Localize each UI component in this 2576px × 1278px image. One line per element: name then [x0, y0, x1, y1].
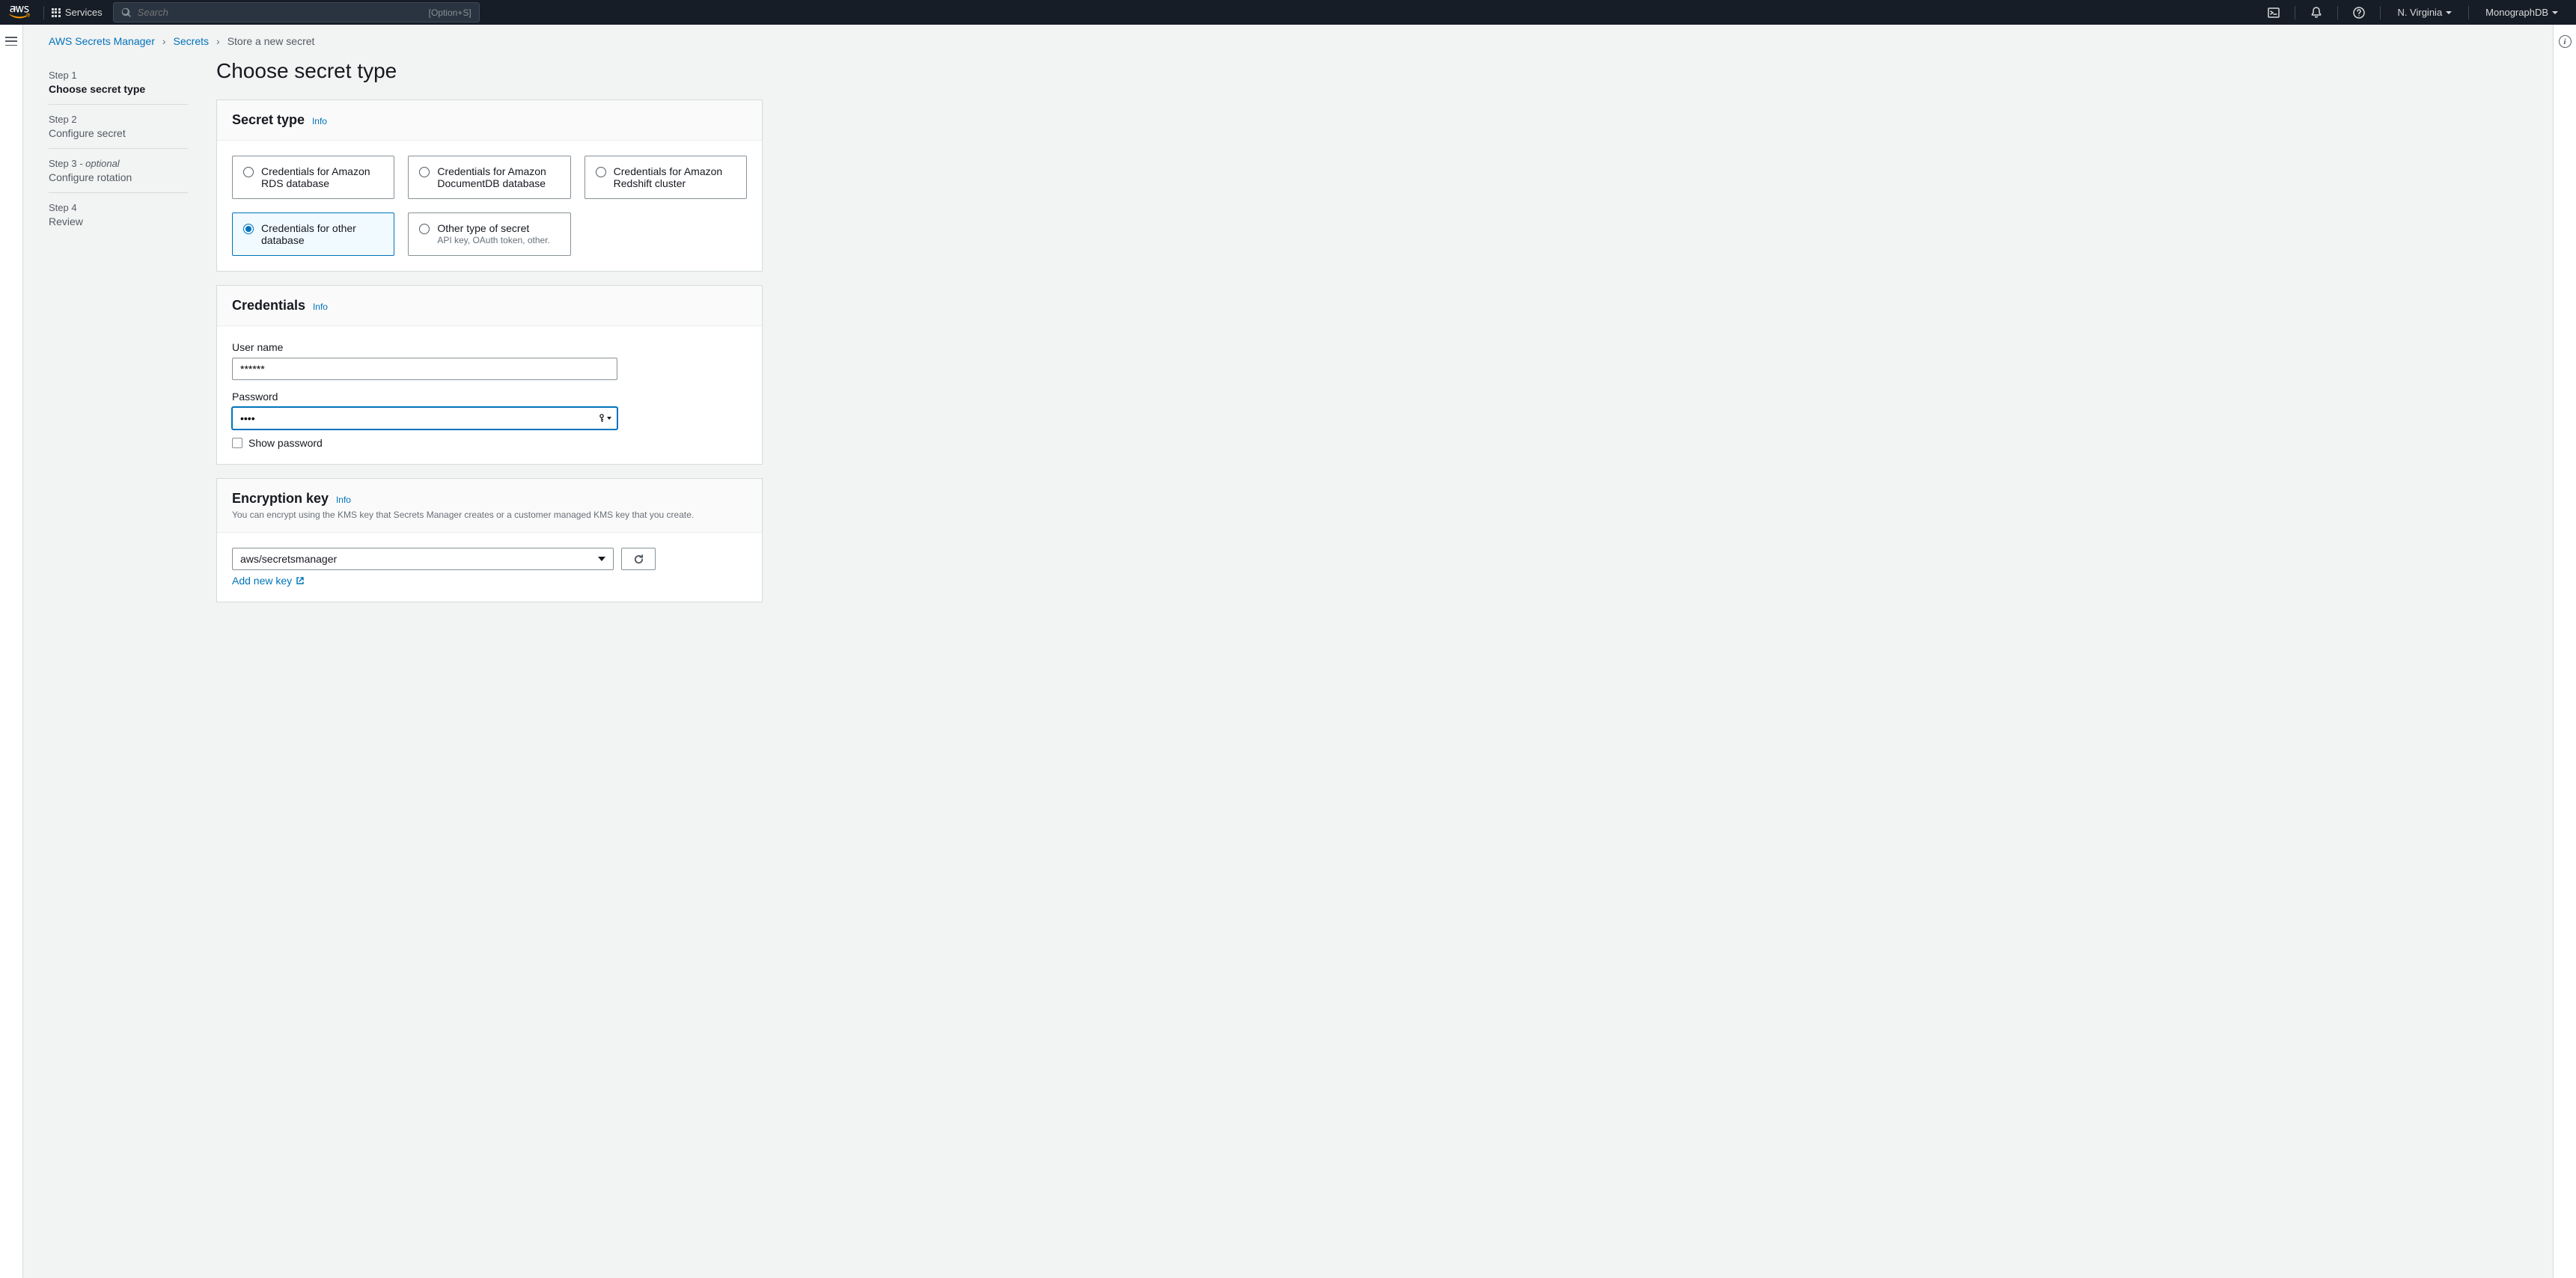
encryption-info-link[interactable]: Info [336, 495, 351, 505]
radio-icon [419, 224, 430, 234]
show-password-label: Show password [248, 437, 323, 449]
chevron-right-icon: › [216, 35, 220, 47]
tile-redshift[interactable]: Credentials for Amazon Redshift cluster [585, 156, 747, 199]
caret-down-icon [598, 557, 605, 561]
refresh-icon [633, 554, 644, 565]
left-rail [0, 25, 23, 1278]
encryption-subtitle: You can encrypt using the KMS key that S… [232, 510, 747, 520]
divider [2337, 6, 2338, 19]
page-title: Choose secret type [216, 59, 763, 83]
region-selector[interactable]: N. Virginia [2388, 0, 2461, 25]
step-2[interactable]: Step 2 Configure secret [49, 105, 188, 149]
password-key-dropdown[interactable] [598, 414, 611, 423]
secret-type-heading: Secret type [232, 112, 305, 127]
tile-other-database[interactable]: Credentials for other database [232, 213, 394, 256]
key-icon [598, 414, 605, 423]
radio-icon [596, 167, 606, 177]
radio-icon [419, 167, 430, 177]
encryption-key-panel: Encryption key Info You can encrypt usin… [216, 478, 763, 602]
hamburger-icon[interactable] [5, 37, 17, 46]
step-1[interactable]: Step 1 Choose secret type [49, 61, 188, 105]
username-label: User name [232, 341, 747, 353]
show-password-checkbox[interactable] [232, 438, 242, 448]
secret-type-info-link[interactable]: Info [312, 116, 327, 126]
radio-icon [243, 167, 254, 177]
tile-other-secret[interactable]: Other type of secret API key, OAuth toke… [408, 213, 570, 256]
refresh-button[interactable] [621, 548, 656, 570]
caret-down-icon [607, 417, 611, 420]
credentials-info-link[interactable]: Info [313, 302, 328, 312]
notifications-icon[interactable] [2303, 0, 2330, 25]
external-link-icon [296, 576, 305, 585]
search-box[interactable]: [Option+S] [113, 2, 480, 22]
divider [43, 6, 44, 19]
add-new-key-link[interactable]: Add new key [232, 575, 305, 587]
right-rail: i [2553, 25, 2576, 1278]
divider [2468, 6, 2469, 19]
caret-down-icon [2552, 11, 2558, 14]
password-input[interactable] [232, 407, 617, 429]
cloudshell-icon[interactable] [2260, 0, 2287, 25]
grid-icon [52, 8, 61, 17]
username-input[interactable] [232, 358, 617, 380]
search-shortcut: [Option+S] [429, 7, 471, 18]
services-menu[interactable]: Services [52, 7, 103, 18]
step-4[interactable]: Step 4 Review [49, 193, 188, 236]
account-selector[interactable]: MonographDB [2476, 0, 2567, 25]
wizard-steps: Step 1 Choose secret type Step 2 Configu… [49, 53, 188, 616]
credentials-panel: Credentials Info User name Password [216, 285, 763, 465]
divider [2380, 6, 2381, 19]
aws-logo[interactable] [9, 6, 30, 19]
step-3[interactable]: Step 3 - optional Configure rotation [49, 149, 188, 193]
password-label: Password [232, 391, 747, 403]
breadcrumb: AWS Secrets Manager › Secrets › Store a … [49, 35, 2530, 47]
search-input[interactable] [138, 7, 429, 18]
info-panel-toggle[interactable]: i [2559, 35, 2572, 48]
secret-type-panel: Secret type Info Credentials for Amazon … [216, 100, 763, 272]
help-icon[interactable] [2345, 0, 2372, 25]
tile-rds[interactable]: Credentials for Amazon RDS database [232, 156, 394, 199]
top-nav: Services [Option+S] N. Virginia Monograp… [0, 0, 2576, 25]
search-icon [121, 7, 132, 18]
credentials-heading: Credentials [232, 298, 305, 313]
encryption-key-select[interactable]: aws/secretsmanager [232, 548, 614, 570]
tile-documentdb[interactable]: Credentials for Amazon DocumentDB databa… [408, 156, 570, 199]
services-label: Services [65, 7, 103, 18]
breadcrumb-current: Store a new secret [228, 35, 315, 47]
caret-down-icon [2446, 11, 2452, 14]
breadcrumb-secrets[interactable]: Secrets [174, 35, 209, 47]
chevron-right-icon: › [162, 35, 166, 47]
breadcrumb-service[interactable]: AWS Secrets Manager [49, 35, 155, 47]
radio-icon [243, 224, 254, 234]
encryption-heading: Encryption key [232, 491, 329, 506]
